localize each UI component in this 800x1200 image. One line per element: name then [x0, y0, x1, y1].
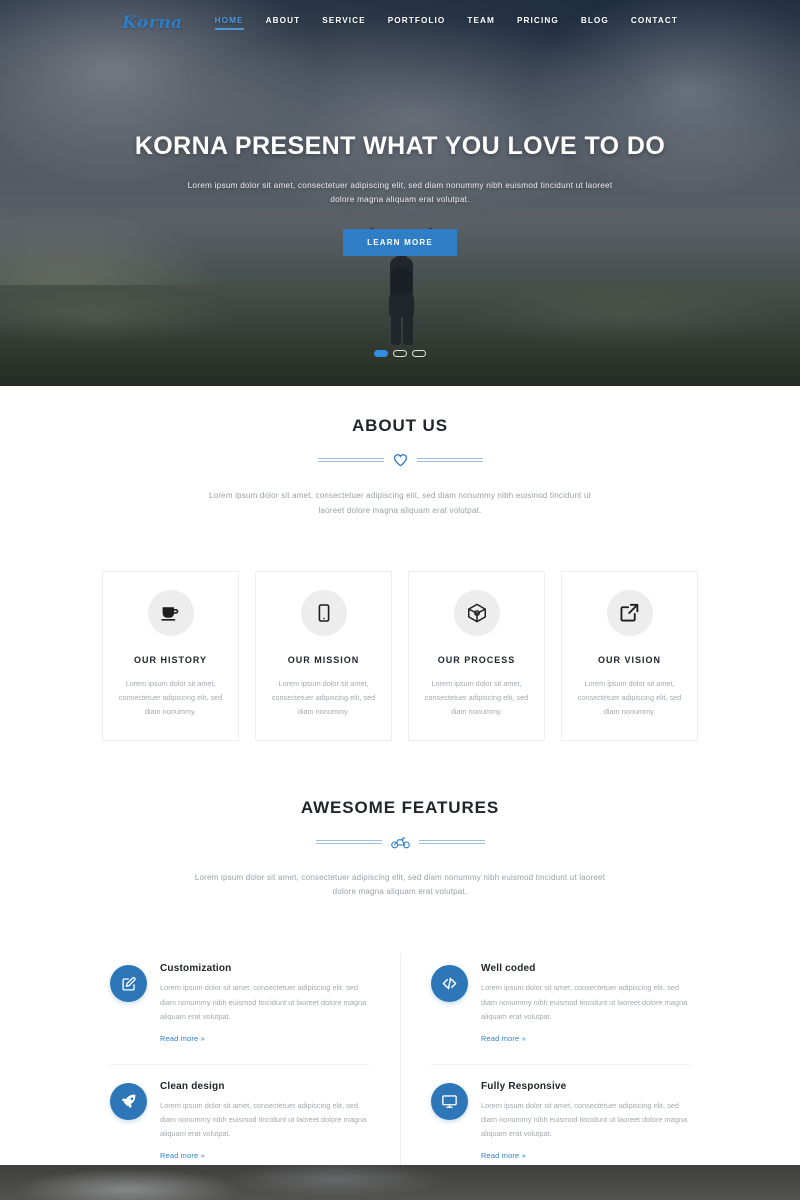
about-card-title: OUR PROCESS — [437, 654, 516, 665]
feature-clean-design[interactable]: Clean design Lorem ipsum dolor sit amet,… — [110, 1063, 369, 1181]
coffee-cup-icon — [147, 589, 194, 636]
nav-item-pricing[interactable]: PRICING — [517, 16, 559, 30]
cube-icon — [453, 589, 500, 636]
divider-line-right — [416, 458, 483, 462]
features-column-separator — [400, 953, 401, 1176]
features-section: AWESOME FEATURES Lorem ipsum dolor sit a… — [0, 740, 800, 1181]
feature-text: Lorem ipsum dolor sit amet, consectetuer… — [160, 983, 367, 1022]
about-card-title: OUR VISION — [597, 654, 661, 665]
feature-title: Clean design — [160, 1080, 225, 1092]
monitor-icon — [431, 1082, 468, 1120]
hero-content: KORNA PRESENT WHAT YOU LOVE TO DO Lorem … — [0, 132, 800, 256]
nav-item-blog[interactable]: BLOG — [581, 16, 609, 30]
about-divider — [0, 453, 800, 467]
about-card-text: Lorem ipsum dolor sit amet, consectetuer… — [271, 678, 376, 717]
nav-item-home[interactable]: HOME — [214, 16, 244, 30]
about-card-process[interactable]: OUR PROCESS Lorem ipsum dolor sit amet, … — [408, 570, 545, 741]
feature-title: Fully Responsive — [481, 1080, 567, 1092]
read-more-link[interactable]: Read more » — [160, 1151, 205, 1160]
rocket-icon — [110, 1082, 147, 1120]
heart-icon — [393, 453, 408, 467]
feature-well-coded[interactable]: Well coded Lorem ipsum dolor sit amet, c… — [431, 947, 690, 1063]
about-card-vision[interactable]: OUR VISION Lorem ipsum dolor sit amet, c… — [561, 570, 698, 741]
carousel-dot-1[interactable] — [374, 350, 388, 357]
read-more-link[interactable]: Read more » — [481, 1034, 526, 1043]
site-logo[interactable]: Korna — [122, 13, 183, 33]
main-navigation: Korna HOME ABOUT SERVICE PORTFOLIO TEAM … — [0, 0, 800, 46]
next-section-photo-strip — [0, 1165, 800, 1200]
about-card-text: Lorem ipsum dolor sit amet, consectetuer… — [118, 678, 223, 717]
feature-body: Fully Responsive Lorem ipsum dolor sit a… — [481, 1081, 690, 1163]
edit-square-icon — [110, 965, 147, 1003]
read-more-link[interactable]: Read more » — [481, 1151, 526, 1160]
learn-more-button[interactable]: LEARN MORE — [343, 228, 457, 256]
features-divider — [0, 835, 800, 849]
bicycle-icon — [390, 835, 410, 849]
nav-item-contact[interactable]: CONTACT — [631, 16, 678, 30]
feature-title: Customization — [160, 963, 232, 975]
about-title: ABOUT US — [352, 416, 448, 435]
about-card-title: OUR MISSION — [287, 654, 360, 665]
nav-item-portfolio[interactable]: PORTFOLIO — [388, 16, 446, 30]
about-card-title: OUR HISTORY — [133, 654, 207, 665]
about-cards: OUR HISTORY Lorem ipsum dolor sit amet, … — [0, 570, 800, 741]
about-card-mission[interactable]: OUR MISSION Lorem ipsum dolor sit amet, … — [255, 570, 392, 741]
carousel-dot-3[interactable] — [412, 350, 426, 357]
about-section: ABOUT US Lorem ipsum dolor sit amet, con… — [0, 386, 800, 741]
divider-line-right — [418, 839, 485, 844]
hero-section: Korna HOME ABOUT SERVICE PORTFOLIO TEAM … — [0, 0, 800, 386]
hero-subtitle: Lorem ipsum dolor sit amet, consectetuer… — [187, 181, 613, 205]
features-lead-text: Lorem ipsum dolor sit amet, consectetuer… — [194, 872, 606, 897]
hero-title: KORNA PRESENT WHAT YOU LOVE TO DO — [134, 132, 666, 160]
feature-text: Lorem ipsum dolor sit amet, consectetuer… — [481, 1100, 688, 1139]
about-card-history[interactable]: OUR HISTORY Lorem ipsum dolor sit amet, … — [102, 570, 239, 741]
feature-body: Customization Lorem ipsum dolor sit amet… — [160, 963, 369, 1045]
divider-line-left — [315, 839, 382, 844]
about-lead-text: Lorem ipsum dolor sit amet, consectetuer… — [209, 491, 591, 515]
read-more-link[interactable]: Read more » — [160, 1034, 205, 1043]
feature-text: Lorem ipsum dolor sit amet, consectetuer… — [481, 983, 688, 1022]
external-link-icon — [606, 589, 653, 636]
feature-body: Well coded Lorem ipsum dolor sit amet, c… — [481, 963, 690, 1045]
divider-line-left — [317, 458, 384, 462]
features-title: AWESOME FEATURES — [300, 797, 500, 817]
nav-item-about[interactable]: ABOUT — [266, 16, 301, 30]
carousel-dot-2[interactable] — [393, 350, 407, 357]
feature-customization[interactable]: Customization Lorem ipsum dolor sit amet… — [110, 947, 369, 1063]
about-card-text: Lorem ipsum dolor sit amet, consectetuer… — [424, 678, 529, 717]
features-grid: Customization Lorem ipsum dolor sit amet… — [0, 947, 800, 1181]
carousel-indicators — [0, 350, 800, 357]
feature-text: Lorem ipsum dolor sit amet, consectetuer… — [160, 1100, 367, 1139]
nav-item-service[interactable]: SERVICE — [322, 16, 366, 30]
feature-title: Well coded — [481, 963, 536, 975]
nav-links: HOME ABOUT SERVICE PORTFOLIO TEAM PRICIN… — [214, 16, 678, 30]
nav-item-team[interactable]: TEAM — [467, 16, 495, 30]
feature-fully-responsive[interactable]: Fully Responsive Lorem ipsum dolor sit a… — [431, 1063, 690, 1181]
about-card-text: Lorem ipsum dolor sit amet, consectetuer… — [577, 678, 682, 717]
code-icon — [431, 965, 468, 1003]
tablet-icon — [300, 589, 347, 636]
feature-body: Clean design Lorem ipsum dolor sit amet,… — [160, 1081, 369, 1163]
